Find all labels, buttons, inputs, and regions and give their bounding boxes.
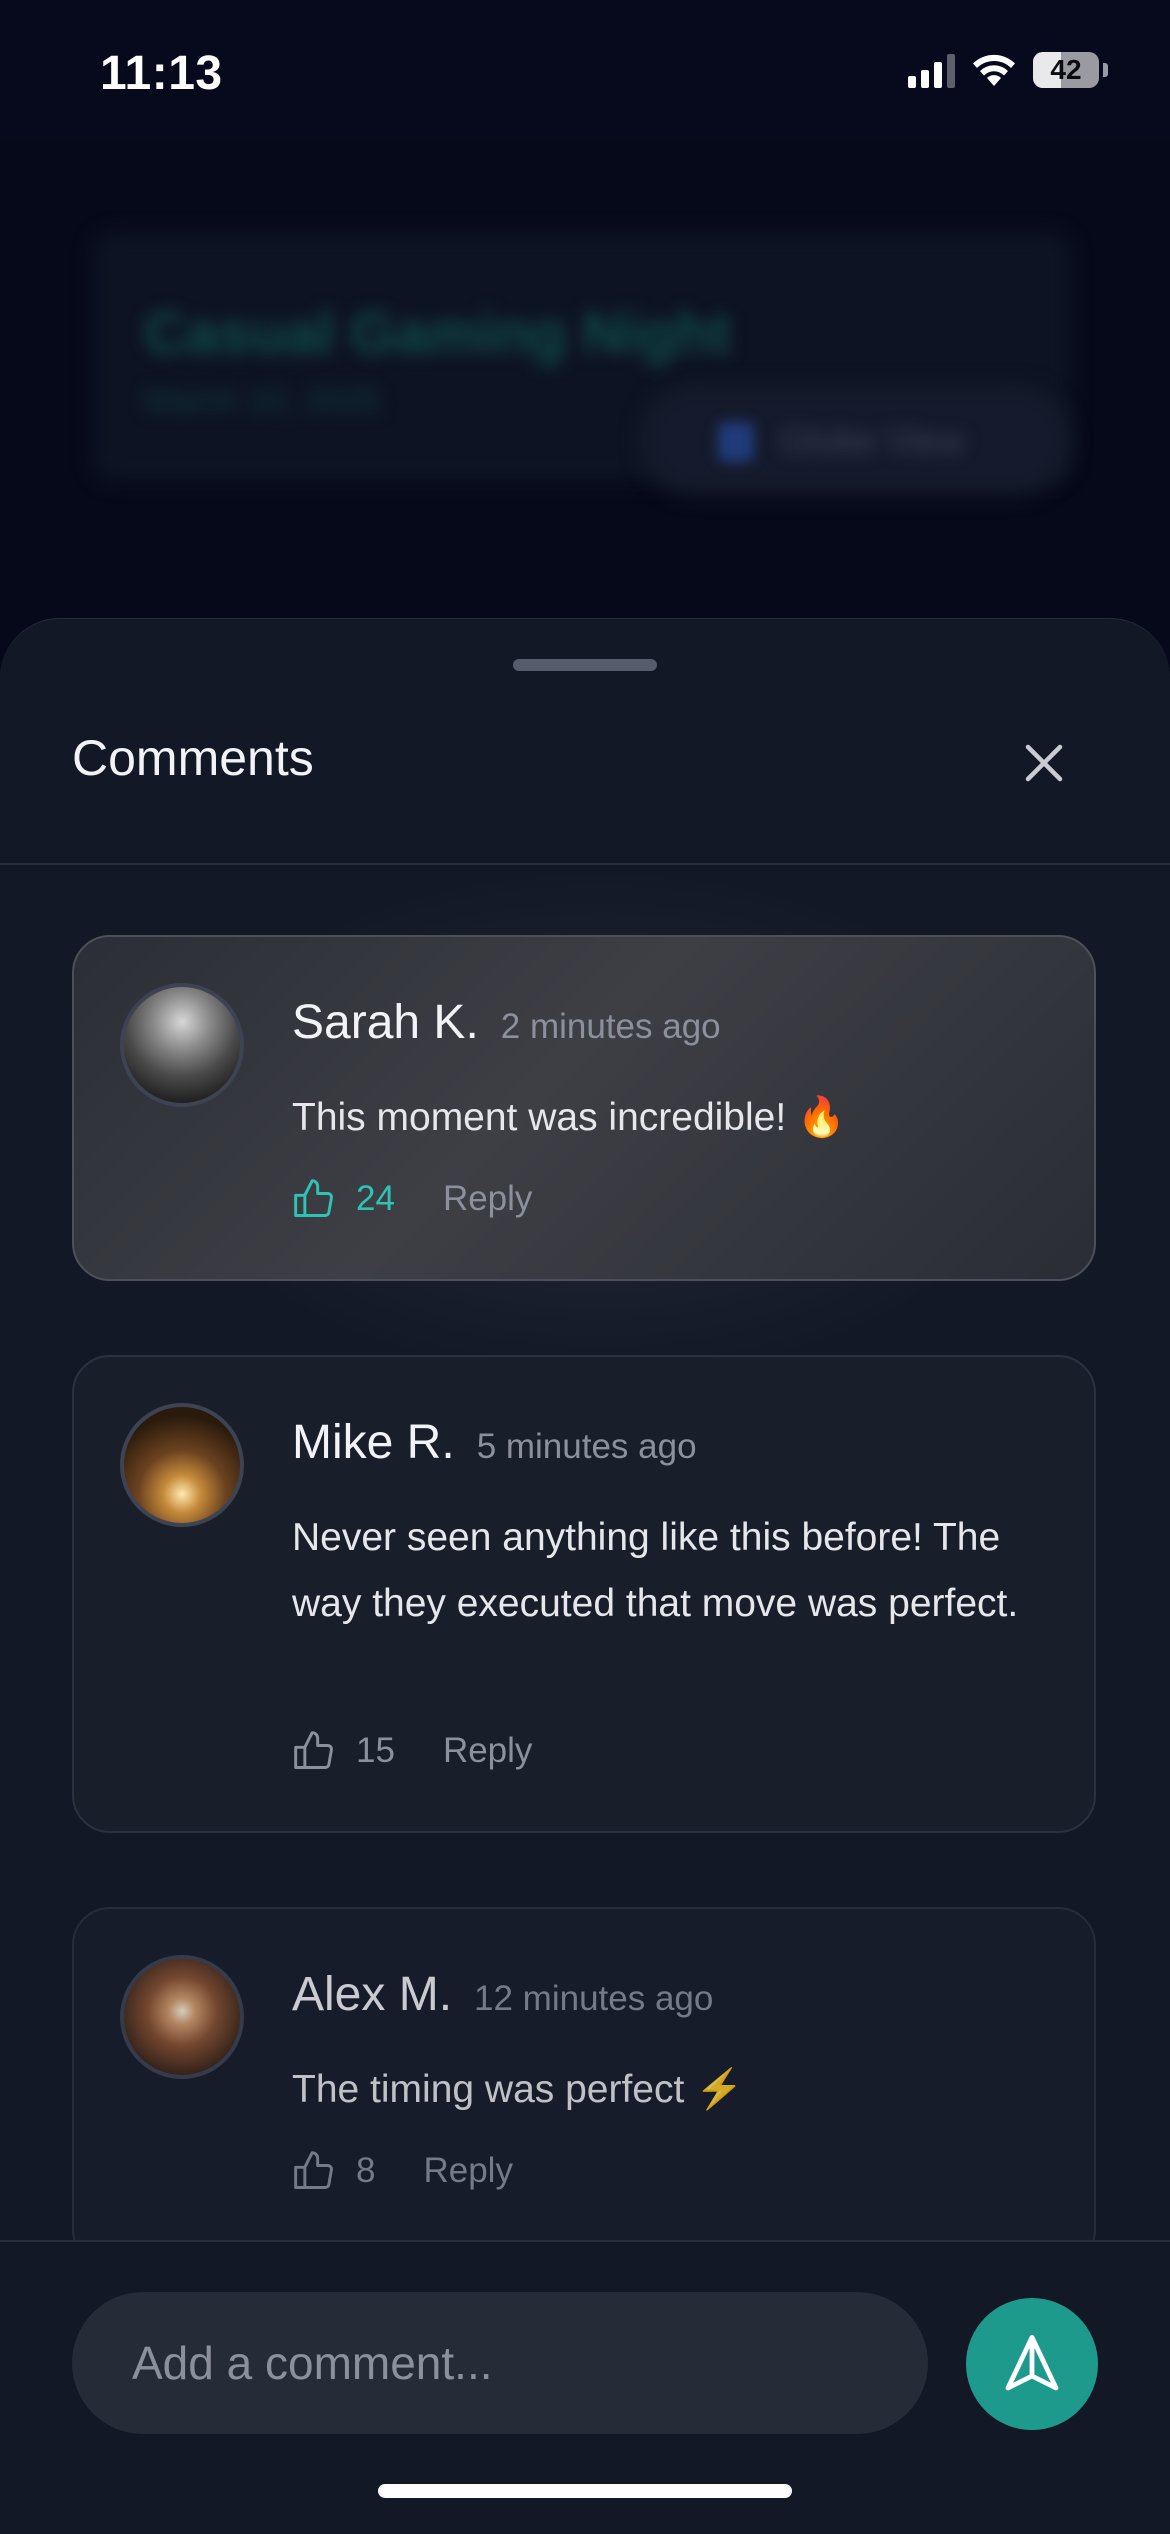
reply-button[interactable]: Reply (443, 1179, 532, 1219)
comment-actions: 24 Reply (292, 1177, 532, 1221)
cellular-signal-icon (908, 52, 955, 88)
thumbs-up-icon (294, 1731, 333, 1769)
comment-text: Never seen anything like this before! Th… (292, 1516, 1019, 1625)
close-button[interactable] (1012, 731, 1076, 795)
reply-button[interactable]: Reply (443, 1731, 532, 1771)
comment-time: 5 minutes ago (476, 1427, 697, 1466)
battery-icon: 42 (1033, 52, 1099, 88)
status-time: 11:13 (100, 47, 223, 100)
comment-time: 2 minutes ago (500, 1007, 721, 1046)
author-name: Mike R. (292, 1416, 455, 1469)
reply-button[interactable]: Reply (423, 2151, 512, 2191)
comment-card: Alex M. 12 minutes ago The timing was per… (72, 1907, 1096, 2241)
avatar[interactable] (120, 1403, 244, 1527)
status-icons: 42 (908, 52, 1108, 88)
battery-level: 42 (1050, 54, 1082, 85)
comment-author[interactable]: Sarah K. 2 minutes ago (292, 995, 721, 1050)
like-button[interactable]: 8 (292, 2149, 375, 2193)
battery-cap (1103, 63, 1108, 77)
thumbs-up-icon (294, 1179, 333, 1217)
comment-card: Mike R. 5 minutes ago Never seen anything… (72, 1355, 1096, 1833)
background-globe-view-label: Globe View (780, 420, 964, 461)
thumbs-up-icon (294, 2151, 333, 2189)
sheet-drag-handle[interactable] (513, 659, 657, 671)
like-count: 15 (356, 1731, 395, 1770)
comment-input[interactable]: Add a comment... (72, 2292, 928, 2434)
like-count: 24 (356, 1179, 395, 1218)
comment-author[interactable]: Alex M. 12 minutes ago (292, 1967, 713, 2022)
home-indicator (378, 2484, 792, 2498)
author-name: Alex M. (292, 1968, 453, 2021)
author-name: Sarah K. (292, 996, 479, 1049)
close-icon (1025, 744, 1063, 782)
background-event-date: March 10, 2025 (144, 382, 381, 420)
like-count: 8 (356, 2151, 376, 2190)
background-event-title: Casual Gaming Night (144, 301, 731, 366)
globe-icon (718, 422, 754, 462)
like-button[interactable]: 15 (292, 1729, 395, 1773)
send-button[interactable] (966, 2298, 1098, 2430)
like-button[interactable]: 24 (292, 1177, 395, 1221)
comment-time: 12 minutes ago (474, 1979, 714, 2018)
status-bar: 11:13 42 (0, 0, 1170, 140)
send-icon (1005, 2334, 1059, 2391)
comments-list[interactable]: Sarah K. 2 minutes ago This moment was in… (0, 865, 1170, 2241)
comment-actions: 8 Reply (292, 2149, 513, 2193)
comment-text: This moment was incredible! 🔥 (292, 1096, 846, 1139)
avatar[interactable] (120, 1955, 244, 2079)
sheet-title: Comments (72, 730, 314, 786)
comment-actions: 15 Reply (292, 1729, 532, 1773)
wifi-icon (973, 54, 1015, 86)
avatar[interactable] (120, 983, 244, 1107)
comment-author[interactable]: Mike R. 5 minutes ago (292, 1415, 697, 1470)
comment-text: The timing was perfect ⚡ (292, 2068, 744, 2111)
comment-card: Sarah K. 2 minutes ago This moment was in… (72, 935, 1096, 1281)
